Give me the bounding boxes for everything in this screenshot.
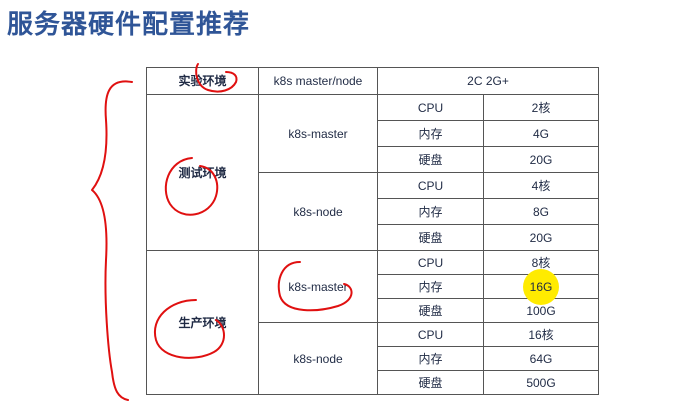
- spec-name: 硬盘: [377, 224, 484, 251]
- env-lab: 实验环境: [146, 67, 259, 95]
- role-prod-master: k8s-master: [258, 250, 378, 323]
- curly-brace-annotation: [91, 80, 133, 401]
- spec-name: 内存: [377, 120, 484, 147]
- spec-name: CPU: [377, 172, 484, 199]
- spec-name: 硬盘: [377, 298, 484, 323]
- highlight-marker: 16G: [523, 268, 559, 305]
- spec-value: 20G: [482, 224, 600, 251]
- spec-value: 4核: [482, 172, 600, 199]
- spec-name: 内存: [377, 198, 484, 225]
- spec-value: 64G: [482, 346, 600, 371]
- role-test-master: k8s-master: [258, 94, 378, 173]
- env-prod: 生产环境: [146, 250, 259, 395]
- spec-name: 硬盘: [377, 370, 484, 395]
- spec-name: 内存: [377, 346, 484, 371]
- spec-name: CPU: [377, 94, 484, 121]
- spec-value: 20G: [482, 146, 600, 173]
- role-prod-node: k8s-node: [258, 322, 378, 395]
- page-title: 服务器硬件配置推荐: [7, 10, 251, 40]
- spec-name: CPU: [377, 322, 484, 347]
- spec-value: 2核: [482, 94, 600, 121]
- spec-value: 100G: [482, 298, 600, 323]
- spec-lab: 2C 2G+: [376, 67, 600, 95]
- spec-value: 500G: [482, 370, 600, 395]
- role-lab: k8s master/node: [258, 67, 378, 95]
- spec-name: CPU: [377, 250, 484, 275]
- env-test: 测试环境: [146, 94, 259, 251]
- spec-name: 硬盘: [377, 146, 484, 173]
- table-row: 测试环境 k8s-master CPU 2核: [146, 94, 600, 251]
- spec-value: 4G: [482, 120, 600, 147]
- spec-value: 16核: [482, 322, 600, 347]
- table-row-lab: 实验环境 k8s master/node 2C 2G+: [146, 67, 600, 95]
- role-test-node: k8s-node: [258, 172, 378, 251]
- server-spec-table: 实验环境 k8s master/node 2C 2G+ 测试环境 k8s-mas…: [146, 67, 600, 395]
- spec-value: 8G: [482, 198, 600, 225]
- spec-name: 内存: [377, 274, 484, 299]
- spec-value-highlighted: 16G: [482, 268, 600, 305]
